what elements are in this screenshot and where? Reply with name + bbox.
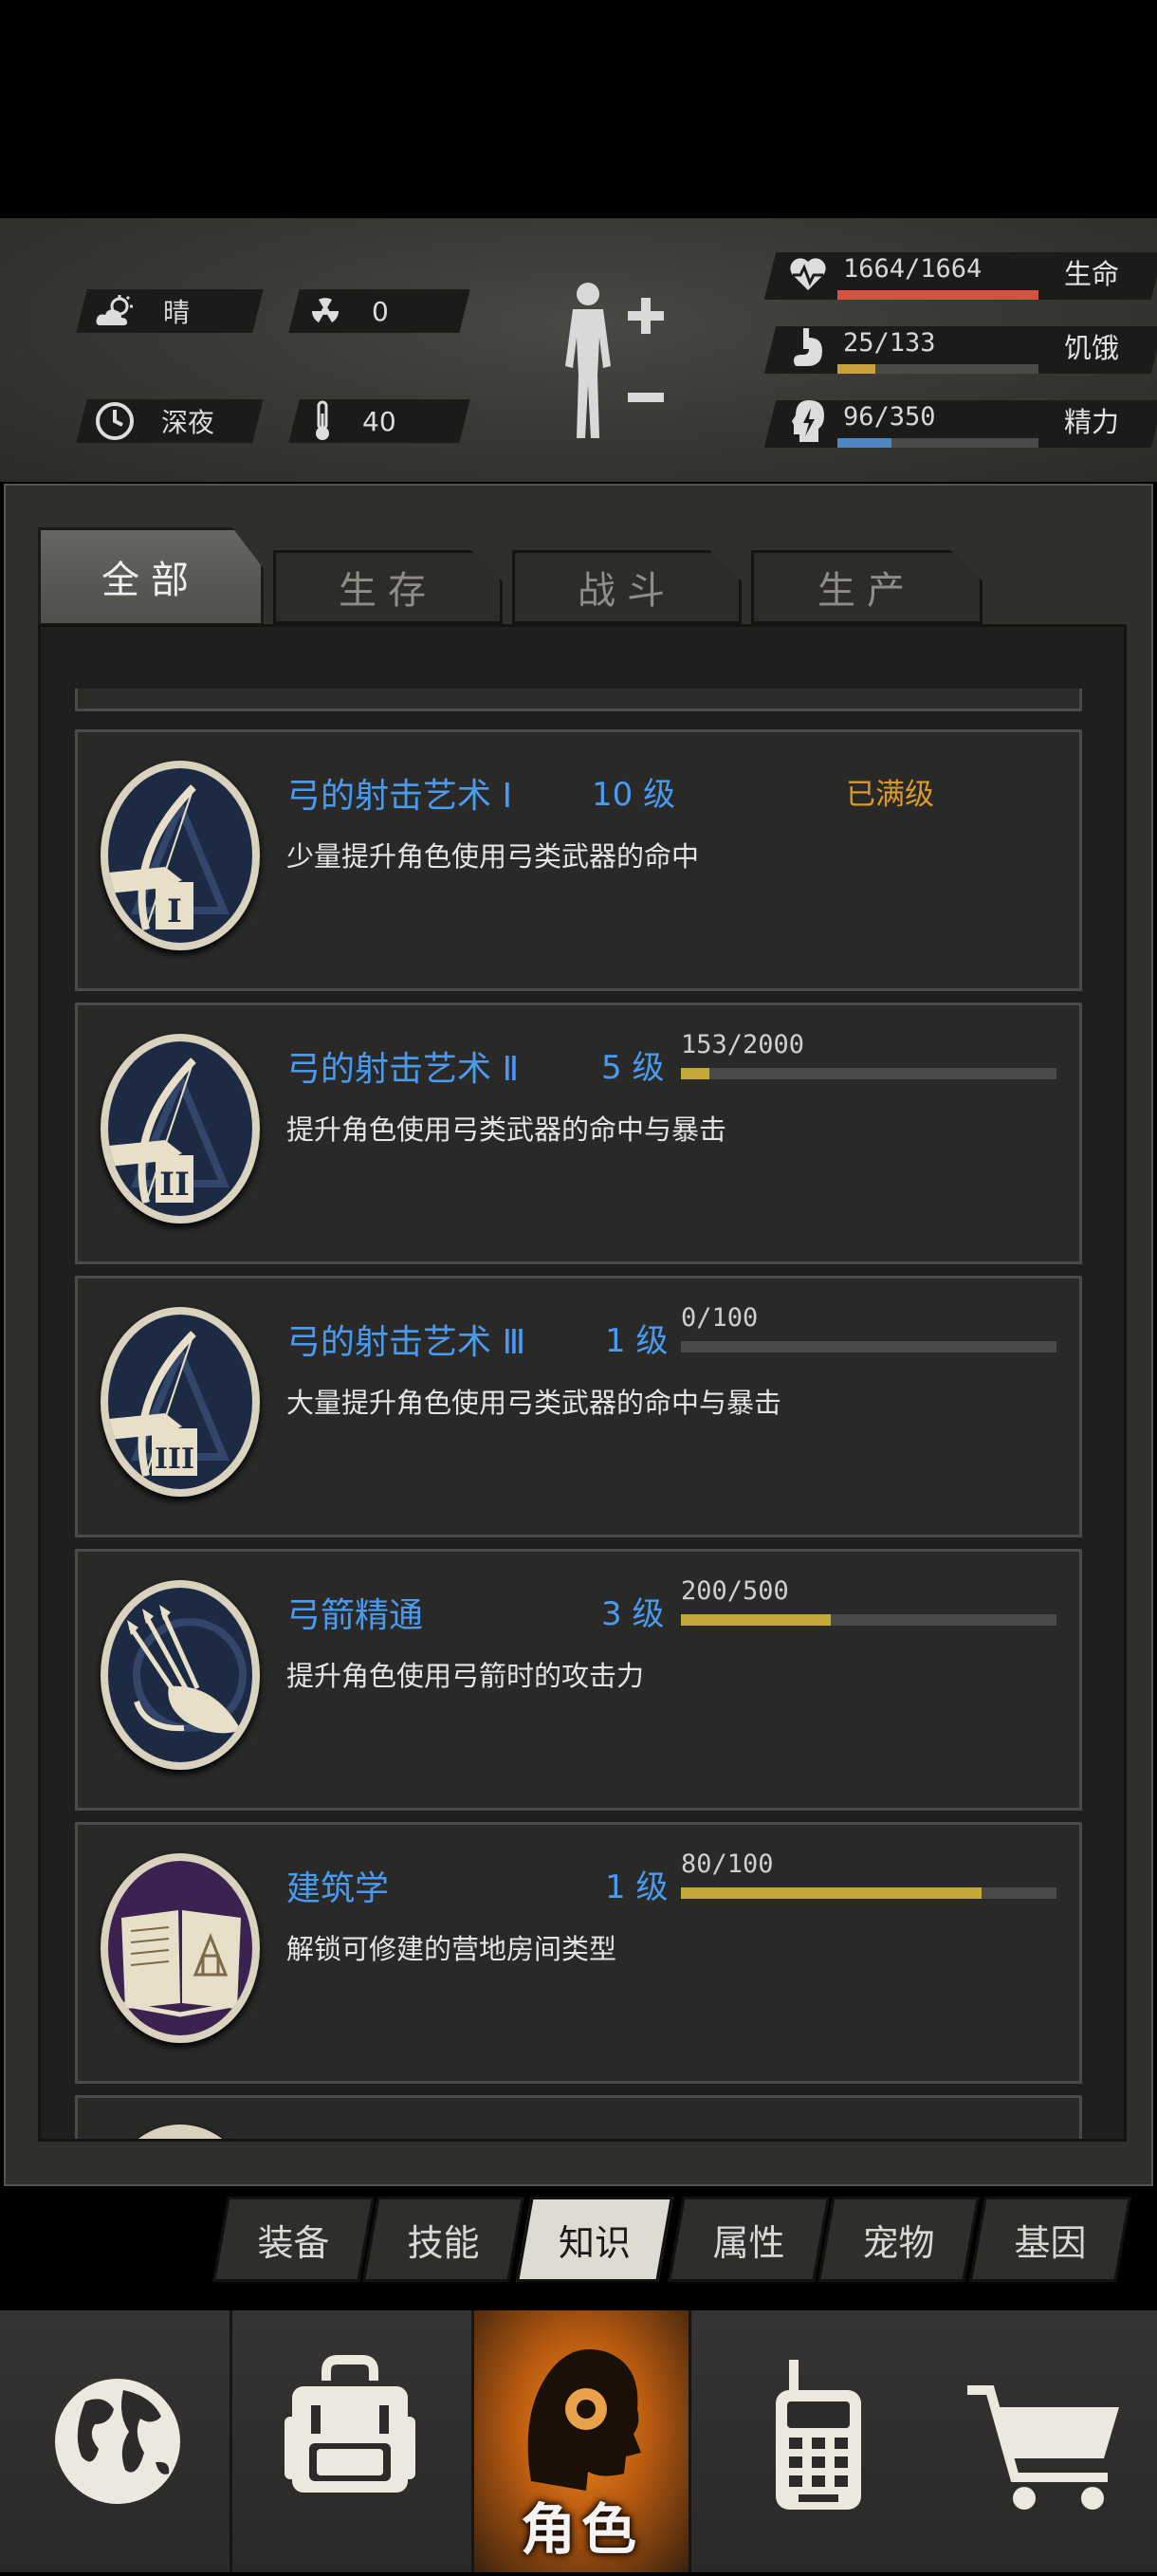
- skill-name: 弓的射击艺术 Ⅱ: [286, 1050, 520, 1089]
- temperature-chip: 40: [288, 399, 470, 443]
- tab-production[interactable]: 生产: [751, 550, 983, 624]
- globe-icon: [55, 2379, 180, 2504]
- skill-card[interactable]: I 弓的射击艺术 Ⅰ 10 级 已满级 少量提升角色使用弓类武器的命中: [75, 729, 1082, 991]
- hunger-bar: [837, 364, 1038, 374]
- time-chip: 深夜: [76, 399, 264, 443]
- progress-bar: [681, 1614, 1056, 1626]
- skill-level: 5 级: [601, 1049, 665, 1087]
- radiation-chip: 0: [288, 289, 470, 333]
- stomach-icon: [790, 326, 828, 374]
- svg-text:II: II: [159, 1166, 190, 1204]
- time-label: 深夜: [161, 407, 215, 438]
- radiation-icon: [312, 298, 339, 322]
- progress-bar: [681, 1068, 1056, 1079]
- progress-bar: [681, 1887, 1056, 1899]
- skill-name: 弓的射击艺术 Ⅰ: [286, 777, 513, 816]
- thermometer-icon: [316, 400, 329, 440]
- weather-label: 晴: [163, 297, 191, 328]
- subtab-skills[interactable]: 技能: [362, 2197, 524, 2282]
- character-figure[interactable]: [560, 281, 673, 442]
- skill-name: 弓箭精通: [286, 1596, 424, 1635]
- health-bar: [837, 290, 1038, 300]
- skill-level: 10 级: [592, 776, 676, 814]
- skill-desc: 提升角色使用弓类武器的命中与暴击: [286, 1113, 727, 1146]
- skill-card[interactable]: III 弓的射击艺术 Ⅲ 1 级 0/100 大量提升角色使用弓类武器的命中与暴…: [75, 1276, 1082, 1537]
- health-value: 1664/1664: [843, 254, 983, 284]
- brain-bolt-icon: [790, 398, 828, 450]
- nav-role[interactable]: 角色: [474, 2310, 689, 2572]
- tab-all[interactable]: 全部: [38, 527, 264, 626]
- svg-text:III: III: [155, 1443, 194, 1476]
- skill-desc: 少量提升角色使用弓类武器的命中: [286, 840, 700, 873]
- skill-desc: 大量提升角色使用弓类武器的命中与暴击: [286, 1387, 782, 1419]
- tab-survival[interactable]: 生存: [273, 550, 503, 624]
- skill-level: 1 级: [605, 1868, 669, 1906]
- clock-icon: [96, 402, 134, 440]
- skill-level: 1 级: [605, 1322, 669, 1360]
- walkie-talkie-icon: [776, 2360, 861, 2510]
- subtab-knowledge[interactable]: 知识: [516, 2197, 673, 2282]
- hunger-label: 饥饿: [1064, 332, 1120, 364]
- energy-bar: [837, 438, 1038, 448]
- nav-role-label: 角色: [520, 2497, 642, 2562]
- skill-desc: 提升角色使用弓箭时的攻击力: [286, 1660, 645, 1692]
- tab-combat[interactable]: 战斗: [512, 550, 742, 624]
- skill-icon: [101, 2125, 260, 2139]
- progress-text: 200/500: [681, 1576, 789, 1606]
- list-item-partial: [75, 689, 1082, 711]
- skill-card[interactable]: 建筑学 1 级 80/100 解锁可修建的营地房间类型: [75, 1822, 1082, 2084]
- backpack-icon: [285, 2355, 415, 2493]
- radiation-value: 0: [372, 295, 389, 327]
- bow-icon: III: [101, 1307, 260, 1497]
- skill-card[interactable]: 弓箭精通 3 级 200/500 提升角色使用弓箭时的攻击力: [75, 1549, 1082, 1811]
- temperature-value: 40: [362, 405, 396, 437]
- blueprint-book-icon: [101, 1853, 260, 2043]
- energy-value: 96/350: [843, 402, 936, 432]
- progress-bar: [681, 1341, 1056, 1352]
- progress-text: 0/100: [681, 1303, 759, 1333]
- skill-card-partial[interactable]: [75, 2095, 1082, 2139]
- progress-text: 80/100: [681, 1849, 774, 1879]
- progress-text: 153/2000: [681, 1030, 805, 1059]
- maxed-label: 已满级: [846, 778, 934, 812]
- nav-backpack[interactable]: [250, 2310, 450, 2572]
- svg-text:I: I: [167, 892, 182, 930]
- subtab-genes[interactable]: 基因: [969, 2197, 1131, 2282]
- subtab-pets[interactable]: 宠物: [817, 2197, 980, 2282]
- sun-cloud-icon: [96, 295, 133, 325]
- cart-icon: [967, 2385, 1119, 2510]
- nav-divider: [689, 2310, 691, 2572]
- energy-label: 精力: [1064, 406, 1120, 438]
- quiver-icon: [101, 1580, 260, 1770]
- heart-pulse-icon: [787, 252, 829, 298]
- human-figure-icon: [565, 283, 664, 438]
- head-gear-icon: [527, 2348, 641, 2491]
- health-label: 生命: [1064, 258, 1120, 290]
- subtab-attributes[interactable]: 属性: [668, 2197, 830, 2282]
- skill-level: 3 级: [601, 1595, 665, 1633]
- skill-card[interactable]: II 弓的射击艺术 Ⅱ 5 级 153/2000 提升角色使用弓类武器的命中与暴…: [75, 1003, 1082, 1264]
- bow-icon: II: [101, 1034, 260, 1224]
- skill-list[interactable]: I 弓的射击艺术 Ⅰ 10 级 已满级 少量提升角色使用弓类武器的命中 II 弓…: [38, 624, 1127, 2142]
- bow-icon: I: [101, 761, 260, 950]
- nav-world[interactable]: [19, 2310, 218, 2572]
- skill-name: 弓的射击艺术 Ⅲ: [286, 1323, 526, 1362]
- subtab-equipment[interactable]: 装备: [212, 2197, 375, 2282]
- hunger-value: 25/133: [843, 328, 936, 358]
- skill-desc: 解锁可修建的营地房间类型: [286, 1933, 617, 1965]
- nav-shop[interactable]: [948, 2310, 1148, 2572]
- nav-radio[interactable]: [719, 2310, 918, 2572]
- nav-divider: [230, 2310, 232, 2572]
- status-header: 晴 0 深夜 40 1664/1664 生命 25/133 饥饿 96/350 …: [0, 218, 1157, 482]
- skill-name: 建筑学: [286, 1869, 390, 1908]
- weather-chip: 晴: [76, 289, 264, 333]
